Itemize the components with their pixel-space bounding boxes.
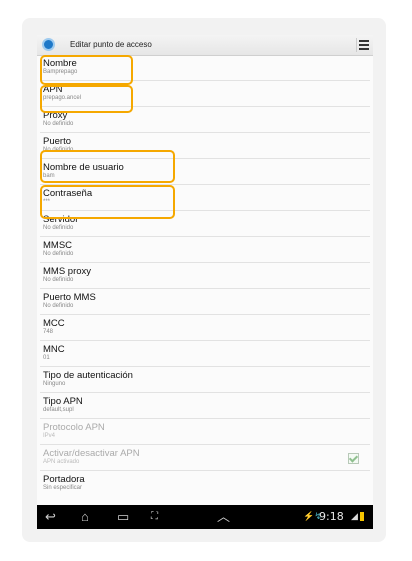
- item-portadora[interactable]: Portadora Sin especificar: [37, 471, 373, 497]
- item-title: MNC: [43, 344, 65, 355]
- item-title: MMS proxy: [43, 266, 92, 277]
- back-icon[interactable]: ↩: [45, 509, 56, 525]
- up-arrow-icon[interactable]: ︿: [217, 509, 230, 525]
- item-activar-desactivar-apn: Activar/desactivar APN APN activado: [37, 445, 373, 471]
- item-summary: Sin especificar: [43, 485, 83, 491]
- item-mmsc[interactable]: MMSC No definido: [37, 237, 373, 263]
- item-tipo-de-autenticacion[interactable]: Tipo de autenticación Ninguno: [37, 367, 373, 393]
- item-summary: APN activado: [43, 459, 80, 465]
- item-title: Portadora: [43, 474, 85, 485]
- item-summary: 01: [43, 355, 50, 361]
- item-title: Puerto: [43, 136, 71, 147]
- item-summary: No definido: [43, 303, 74, 309]
- item-mnc[interactable]: MNC 01: [37, 341, 373, 367]
- item-mcc[interactable]: MCC 748: [37, 315, 373, 341]
- apn-enabled-checkbox: [348, 453, 359, 464]
- item-title: Puerto MMS: [43, 292, 96, 303]
- item-title: Protocolo APN: [43, 422, 105, 433]
- item-summary: No definido: [43, 277, 74, 283]
- recent-apps-icon[interactable]: ▭: [117, 509, 129, 525]
- page-title: Editar punto de acceso: [70, 40, 152, 49]
- screen: Editar punto de acceso Nombre Bamprepago…: [37, 35, 373, 529]
- item-tipo-apn[interactable]: Tipo APN default,supl: [37, 393, 373, 419]
- item-summary: No definido: [43, 225, 74, 231]
- highlight-nombre: [40, 55, 133, 85]
- item-title: Tipo de autenticación: [43, 370, 133, 381]
- item-title: MCC: [43, 318, 65, 329]
- item-summary: No definido: [43, 121, 74, 127]
- item-title: Activar/desactivar APN: [43, 448, 140, 459]
- item-summary: No definido: [43, 251, 74, 257]
- overflow-menu-icon[interactable]: [359, 39, 371, 51]
- action-bar: Editar punto de acceso: [37, 35, 373, 56]
- action-bar-divider: [356, 38, 357, 52]
- item-title: Tipo APN: [43, 396, 83, 407]
- item-summary: Ninguno: [43, 381, 66, 387]
- signal-icon: ◢: [351, 511, 358, 521]
- highlight-nombre-de-usuario: [40, 150, 175, 183]
- highlight-apn: [40, 85, 133, 113]
- battery-icon: [360, 512, 364, 521]
- status-time: 9:18: [319, 510, 344, 523]
- screenshot-icon[interactable]: ⛶: [151, 509, 158, 525]
- home-icon[interactable]: ⌂: [81, 509, 89, 525]
- highlight-contrasena: [40, 185, 175, 219]
- item-summary: IPv4: [43, 433, 56, 439]
- item-protocolo-apn: Protocolo APN IPv4: [37, 419, 373, 445]
- item-summary: 748: [43, 329, 54, 335]
- item-mms-proxy[interactable]: MMS proxy No definido: [37, 263, 373, 289]
- system-navigation-bar: ↩ ⌂ ▭ ⛶ ︿ ⚡↯ 9:18 ◢: [37, 505, 373, 529]
- settings-icon[interactable]: [42, 38, 55, 51]
- item-title: MMSC: [43, 240, 73, 251]
- item-summary: default,supl: [43, 407, 74, 413]
- item-puerto-mms[interactable]: Puerto MMS No definido: [37, 289, 373, 315]
